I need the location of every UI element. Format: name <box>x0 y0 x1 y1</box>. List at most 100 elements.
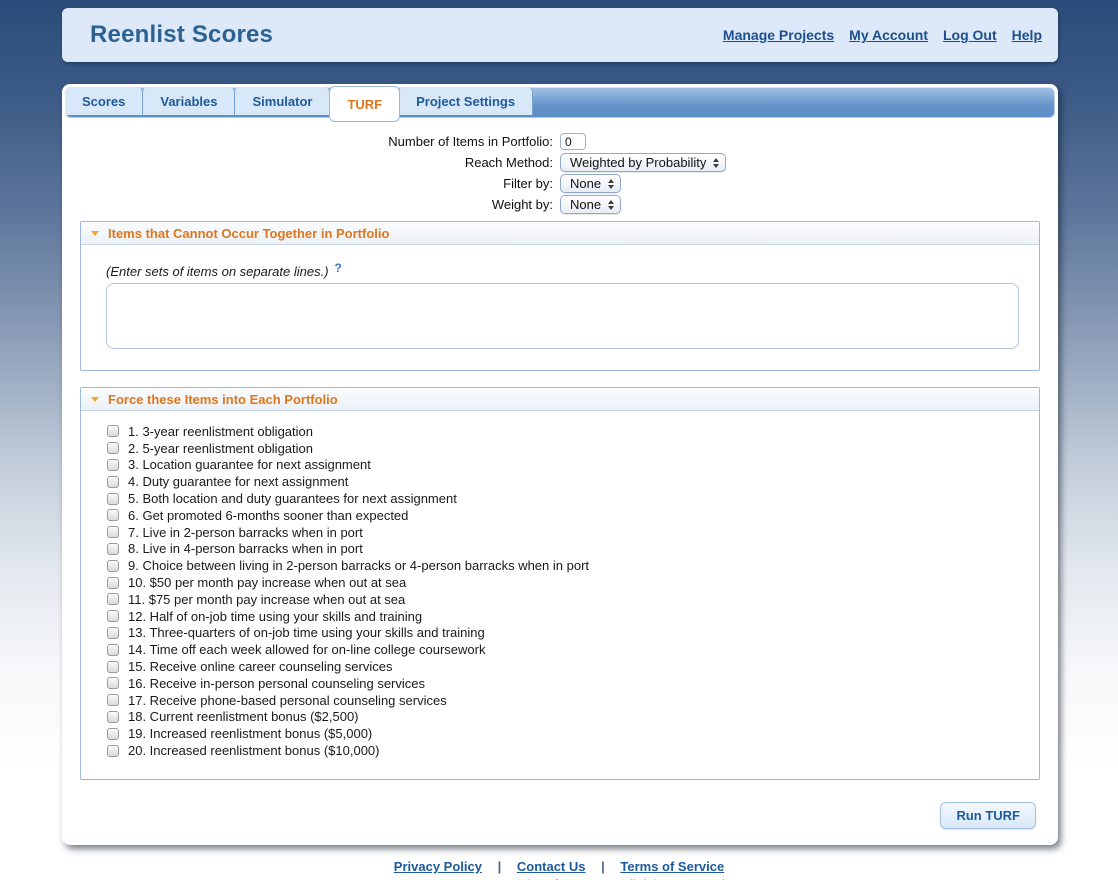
item-checkbox[interactable] <box>107 492 119 505</box>
prohibited-section-header[interactable]: Items that Cannot Occur Together in Port… <box>81 222 1039 245</box>
item-checkbox[interactable] <box>107 509 119 522</box>
item-checkbox[interactable] <box>107 526 119 539</box>
forced-items-section: Force these Items into Each Portfolio 1.… <box>80 387 1040 780</box>
item-checkbox[interactable] <box>107 626 119 639</box>
prohibited-items-section: Items that Cannot Occur Together in Port… <box>80 221 1040 371</box>
item-checkbox[interactable] <box>107 727 119 740</box>
collapse-triangle-icon <box>91 396 99 402</box>
item-label: 15. Receive online career counseling ser… <box>128 659 393 675</box>
items-in-portfolio-input[interactable] <box>560 133 586 150</box>
list-item: 16. Receive in-person personal counselin… <box>107 675 1015 692</box>
item-label: 13. Three-quarters of on-job time using … <box>128 625 485 641</box>
item-label: 19. Increased reenlistment bonus ($5,000… <box>128 726 373 742</box>
contact-us-link[interactable]: Contact Us <box>517 859 586 874</box>
reach-method-select[interactable]: Weighted by Probability <box>560 153 727 172</box>
item-checkbox[interactable] <box>107 593 119 606</box>
item-label: 7. Live in 2-person barracks when in por… <box>128 524 363 540</box>
prohibited-hint: (Enter sets of items on separate lines.)… <box>106 261 1015 279</box>
reach-method-value: Weighted by Probability <box>570 155 707 170</box>
item-checkbox[interactable] <box>107 694 119 707</box>
tab-turf[interactable]: TURF <box>330 87 400 121</box>
item-checkbox[interactable] <box>107 559 119 572</box>
item-label: 3. Location guarantee for next assignmen… <box>128 457 371 473</box>
prohibited-hint-text: (Enter sets of items on separate lines.) <box>106 264 329 279</box>
list-item: 6. Get promoted 6-months sooner than exp… <box>107 507 1015 524</box>
weight-by-value: None <box>570 197 602 212</box>
prohibited-section-body: (Enter sets of items on separate lines.)… <box>81 245 1039 370</box>
list-item: 5. Both location and duty guarantees for… <box>107 490 1015 507</box>
list-item: 1. 3-year reenlistment obligation <box>107 423 1015 440</box>
privacy-policy-link[interactable]: Privacy Policy <box>394 859 482 874</box>
collapse-triangle-icon <box>91 230 99 236</box>
item-checkbox[interactable] <box>107 576 119 589</box>
item-label: 6. Get promoted 6-months sooner than exp… <box>128 507 409 523</box>
list-item: 12. Half of on-job time using your skill… <box>107 608 1015 625</box>
terms-of-service-link[interactable]: Terms of Service <box>620 859 724 874</box>
item-checkbox[interactable] <box>107 458 119 471</box>
select-arrows-icon <box>608 178 615 189</box>
item-label: 14. Time off each week allowed for on-li… <box>128 642 486 658</box>
list-item: 11. $75 per month pay increase when out … <box>107 591 1015 608</box>
item-checkbox[interactable] <box>107 643 119 656</box>
item-checkbox[interactable] <box>107 710 119 723</box>
item-label: 11. $75 per month pay increase when out … <box>128 591 406 607</box>
nav-my-account[interactable]: My Account <box>849 27 928 43</box>
list-item: 4. Duty guarantee for next assignment <box>107 473 1015 490</box>
list-item: 18. Current reenlistment bonus ($2,500) <box>107 709 1015 726</box>
top-nav: Manage Projects My Account Log Out Help <box>723 27 1042 43</box>
help-icon[interactable]: ? <box>335 261 342 275</box>
prohibited-items-textarea[interactable] <box>106 283 1019 349</box>
weight-by-select[interactable]: None <box>560 195 622 214</box>
item-checkbox[interactable] <box>107 542 119 555</box>
select-arrows-icon <box>713 157 720 168</box>
item-label: 2. 5-year reenlistment obligation <box>128 440 313 456</box>
list-item: 3. Location guarantee for next assignmen… <box>107 457 1015 474</box>
list-item: 19. Increased reenlistment bonus ($5,000… <box>107 725 1015 742</box>
weight-by-label: Weight by: <box>491 197 553 212</box>
footer-separator: | <box>601 859 605 874</box>
app-header: Reenlist Scores Manage Projects My Accou… <box>62 8 1058 62</box>
item-checkbox[interactable] <box>107 610 119 623</box>
item-checkbox[interactable] <box>107 660 119 673</box>
list-item: 2. 5-year reenlistment obligation <box>107 440 1015 457</box>
form-row: Reach Method: Weighted by Probability <box>62 152 1058 173</box>
form-row: Filter by: None <box>62 173 1058 194</box>
forced-section-header[interactable]: Force these Items into Each Portfolio <box>81 388 1039 411</box>
footer-separator: | <box>497 859 502 874</box>
item-checkbox[interactable] <box>107 442 119 455</box>
list-item: 13. Three-quarters of on-job time using … <box>107 625 1015 642</box>
page-footer: Privacy Policy | Contact Us | Terms of S… <box>0 859 1118 880</box>
items-in-portfolio-label: Number of Items in Portfolio: <box>388 134 553 149</box>
item-checkbox[interactable] <box>107 475 119 488</box>
item-label: 4. Duty guarantee for next assignment <box>128 474 349 490</box>
list-item: 15. Receive online career counseling ser… <box>107 658 1015 675</box>
filter-by-value: None <box>570 176 602 191</box>
item-label: 5. Both location and duty guarantees for… <box>128 491 457 507</box>
tab-simulator[interactable]: Simulator <box>235 87 331 115</box>
form-row: Weight by: None <box>62 194 1058 215</box>
filter-by-select[interactable]: None <box>560 174 622 193</box>
item-checkbox[interactable] <box>107 425 119 438</box>
item-label: 18. Current reenlistment bonus ($2,500) <box>128 709 359 725</box>
item-label: 10. $50 per month pay increase when out … <box>128 575 407 591</box>
run-turf-button[interactable]: Run TURF <box>940 801 1036 829</box>
tab-variables[interactable]: Variables <box>143 87 236 115</box>
app-title: Reenlist Scores <box>90 21 274 48</box>
item-label: 1. 3-year reenlistment obligation <box>128 423 313 439</box>
item-checkbox[interactable] <box>107 744 119 757</box>
forced-section-body: 1. 3-year reenlistment obligation 2. 5-y… <box>81 411 1039 779</box>
list-item: 17. Receive phone-based personal counsel… <box>107 692 1015 709</box>
tab-scores[interactable]: Scores <box>65 87 144 115</box>
tab-project-settings[interactable]: Project Settings <box>399 87 534 115</box>
nav-manage-projects[interactable]: Manage Projects <box>723 27 834 43</box>
nav-log-out[interactable]: Log Out <box>943 27 997 43</box>
reach-method-label: Reach Method: <box>464 155 553 170</box>
nav-help[interactable]: Help <box>1012 27 1042 43</box>
prohibited-section-title: Items that Cannot Occur Together in Port… <box>108 225 390 241</box>
item-checkbox[interactable] <box>107 677 119 690</box>
item-label: 12. Half of on-job time using your skill… <box>128 608 423 624</box>
item-label: 9. Choice between living in 2-person bar… <box>128 558 590 574</box>
tab-bar: Scores Variables Simulator TURF Project … <box>65 87 1055 121</box>
list-item: 8. Live in 4-person barracks when in por… <box>107 541 1015 558</box>
list-item: 14. Time off each week allowed for on-li… <box>107 641 1015 658</box>
